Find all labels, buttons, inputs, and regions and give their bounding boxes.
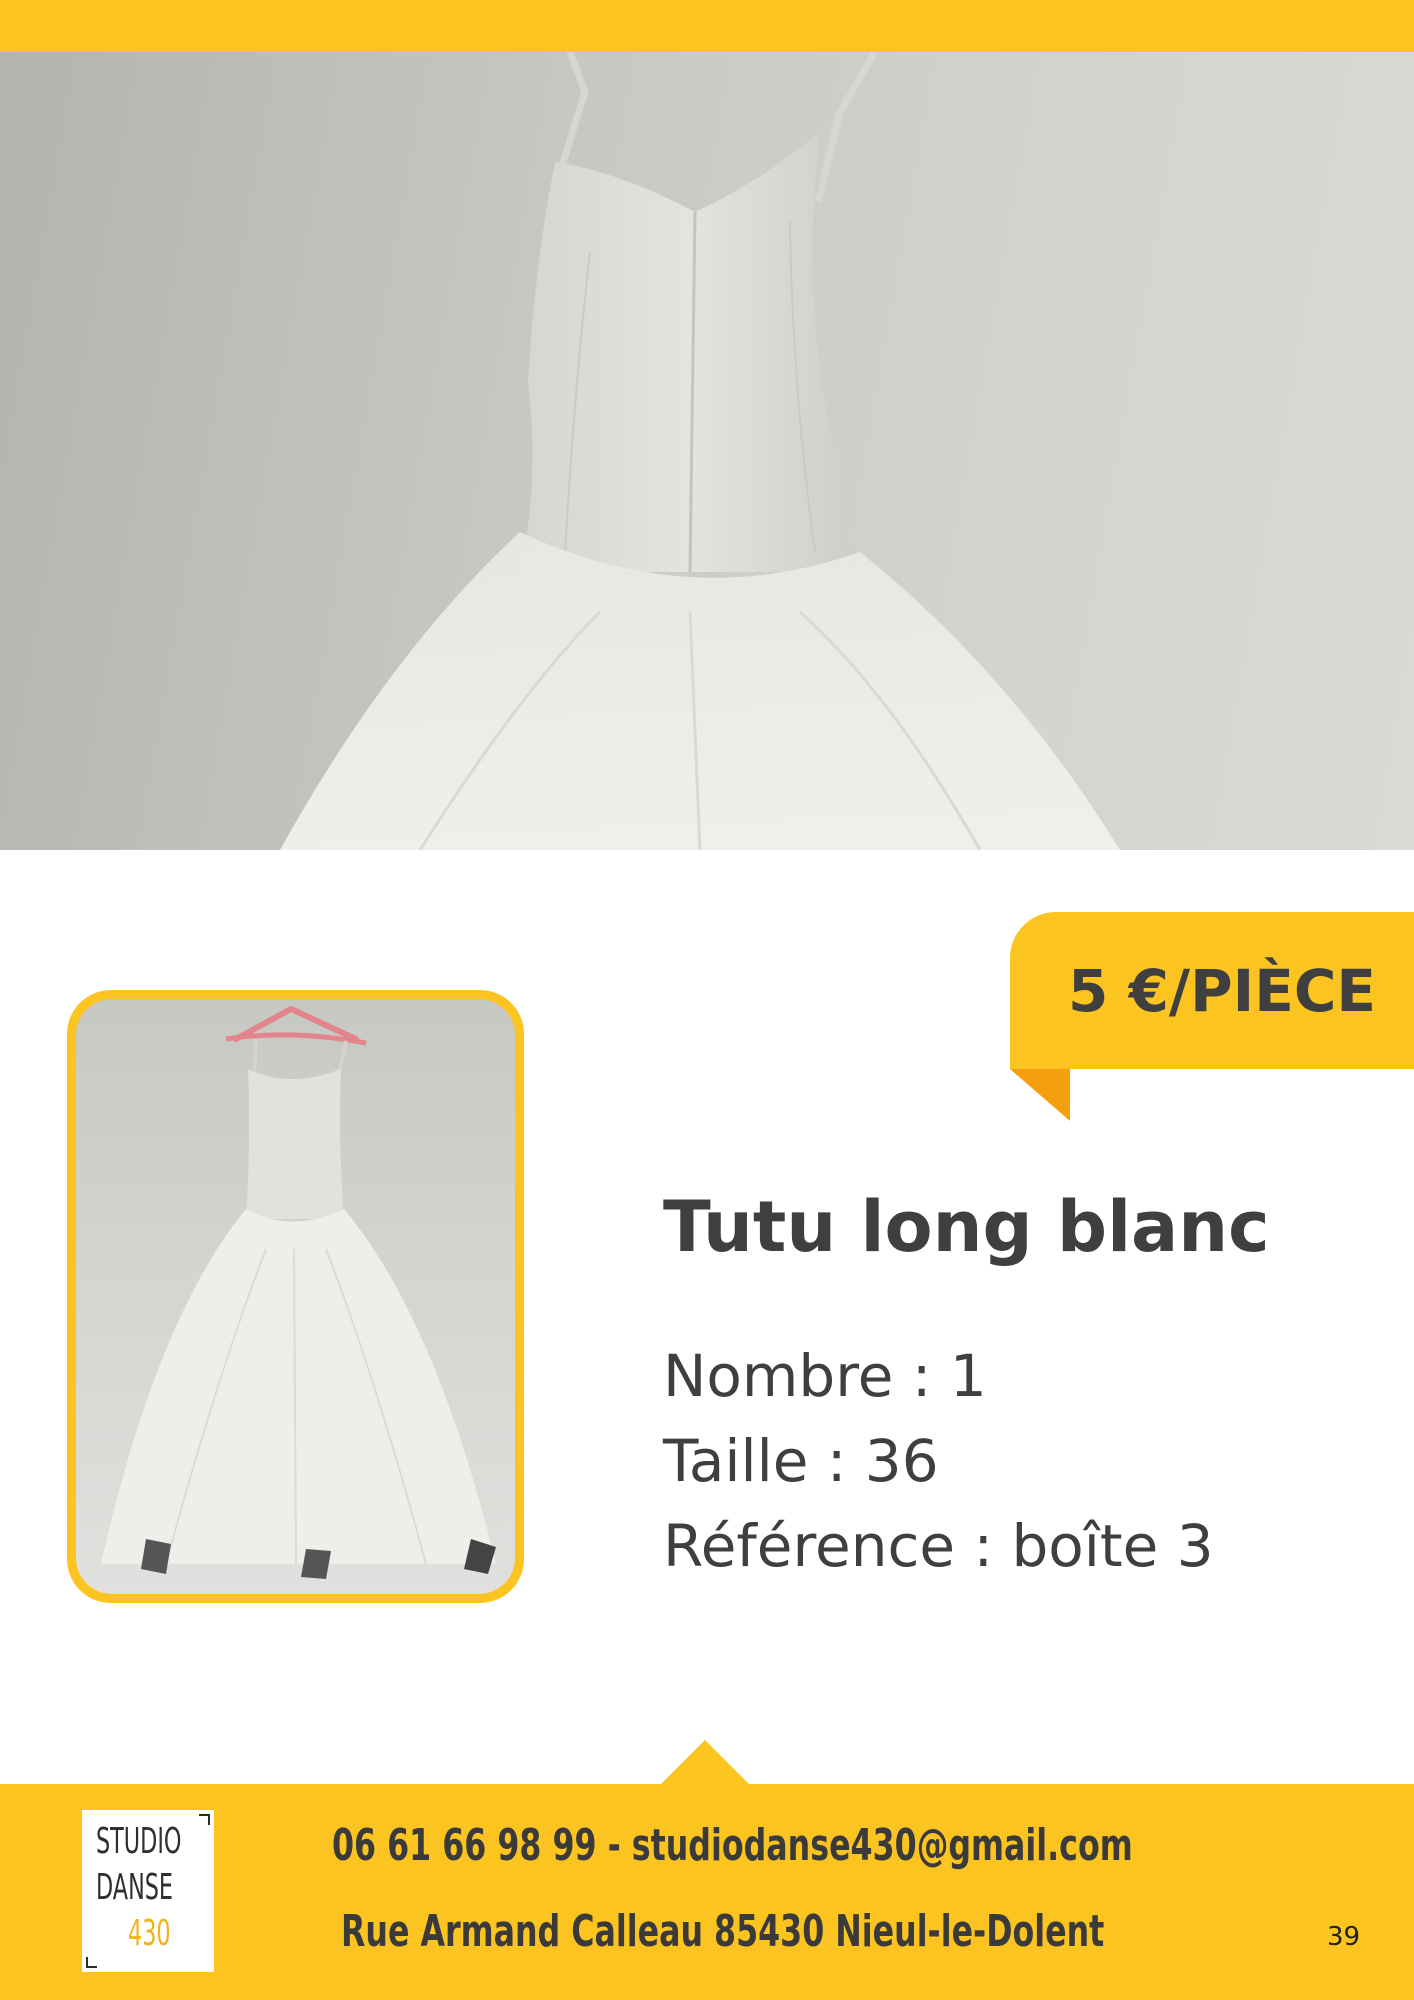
thumbnail-frame [67, 990, 524, 1603]
white-ballet-dress-photo-icon [280, 52, 1120, 850]
detail-size: Taille : 36 [663, 1427, 939, 1495]
catalog-page: 5 €/PIÈCE Tutu long blanc Nombre: 1 Tai… [0, 0, 1414, 2000]
price-label: 5 €/PIÈCE [1068, 956, 1376, 1025]
top-accent-bar [0, 0, 1414, 52]
page-number: 39 [1327, 1922, 1361, 1952]
product-title: Tutu long blanc [663, 1186, 1270, 1268]
logo-text-number: 430 [128, 1913, 171, 1954]
logo-corner-mark [86, 1957, 97, 1968]
studio-logo: STUDIO DANSE 430 [82, 1810, 214, 1972]
logo-text-danse: DANSE [96, 1867, 174, 1908]
logo-corner-mark [199, 1814, 210, 1825]
logo-text-studio: STUDIO [96, 1821, 182, 1862]
thumbnail-photo [76, 999, 515, 1594]
detail-quantity: Nombre : 1 [663, 1342, 987, 1410]
price-tag-fold [1010, 1069, 1070, 1121]
footer-notch [660, 1740, 750, 1785]
tutu-on-hanger-photo-icon [101, 1005, 496, 1579]
hero-photo [0, 52, 1414, 850]
contact-phone-email: 06 61 66 98 99 - studiodanse430@gmail.co… [332, 1820, 1133, 1871]
price-tag: 5 €/PIÈCE [1010, 912, 1414, 1069]
detail-reference: Référence : boîte 3 [663, 1512, 1214, 1580]
contact-address: Rue Armand Calleau 85430 Nieul-le-Dolent [341, 1906, 1105, 1957]
